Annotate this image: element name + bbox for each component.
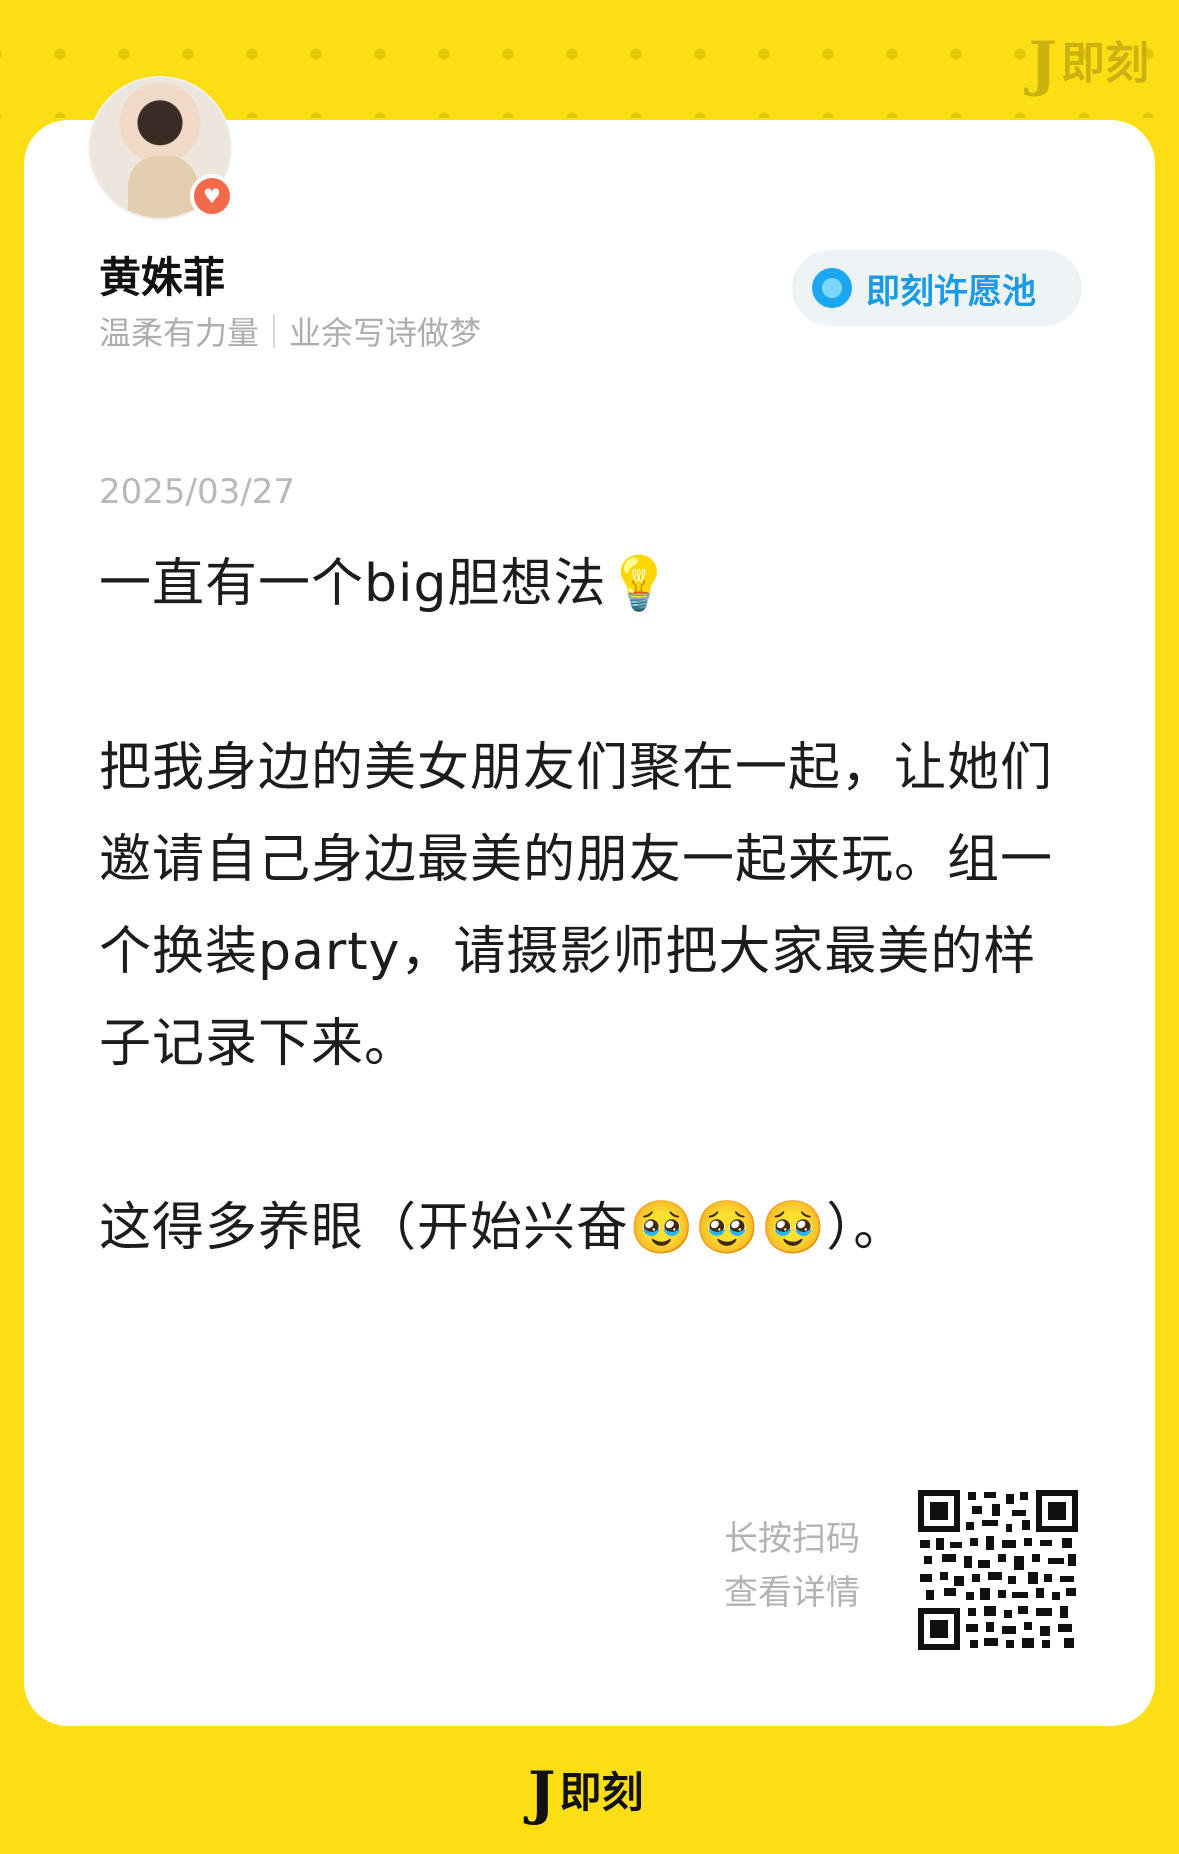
post-card: ♥ 黄姝菲 温柔有力量 业余写诗做梦 即刻许愿池 2025/03/27 一直有一… xyxy=(24,76,1155,1726)
scan-hint-line2: 查看详情 xyxy=(724,1573,860,1613)
post-paragraph-2: 把我身边的美女朋友们聚在一起，让她们邀请自己身边最美的朋友一起来玩。组一个换装p… xyxy=(99,738,1054,1074)
bio-divider xyxy=(273,314,276,348)
avatar[interactable]: ♥ xyxy=(88,76,234,220)
topic-tag[interactable]: 即刻许愿池 xyxy=(792,250,1082,326)
jike-j-icon: J xyxy=(528,1759,556,1827)
jike-logo-top: J 即刻 xyxy=(1029,34,1149,94)
bio-right: 业余写诗做梦 xyxy=(289,314,482,352)
heart-icon: ♥ xyxy=(190,174,234,218)
author-bio: 温柔有力量 业余写诗做梦 xyxy=(99,308,481,354)
jike-logo-bottom: J 即刻 xyxy=(528,1764,643,1822)
post-paragraph-1: 一直有一个big胆想法💡 xyxy=(99,554,673,614)
post-paragraph-3: 这得多养眼（开始兴奋🥹🥹🥹）。 xyxy=(99,1198,907,1258)
jike-j-icon: J xyxy=(1028,29,1057,99)
post-date: 2025/03/27 xyxy=(99,472,295,512)
qr-code[interactable] xyxy=(918,1490,1078,1650)
scan-hint-line1: 长按扫码 xyxy=(724,1519,860,1559)
post-content: 一直有一个big胆想法💡 把我身边的美女朋友们聚在一起，让她们邀请自己身边最美的… xyxy=(99,538,1089,1274)
bio-left: 温柔有力量 xyxy=(99,314,260,352)
jike-logo-text: 即刻 xyxy=(559,1768,644,1817)
jike-logo-text: 即刻 xyxy=(1061,38,1149,89)
author-name[interactable]: 黄姝菲 xyxy=(99,244,225,305)
topic-label: 即刻许愿池 xyxy=(866,271,1036,312)
topic-dot-icon xyxy=(812,268,852,308)
scan-hint: 长按扫码 查看详情 xyxy=(724,1512,860,1620)
